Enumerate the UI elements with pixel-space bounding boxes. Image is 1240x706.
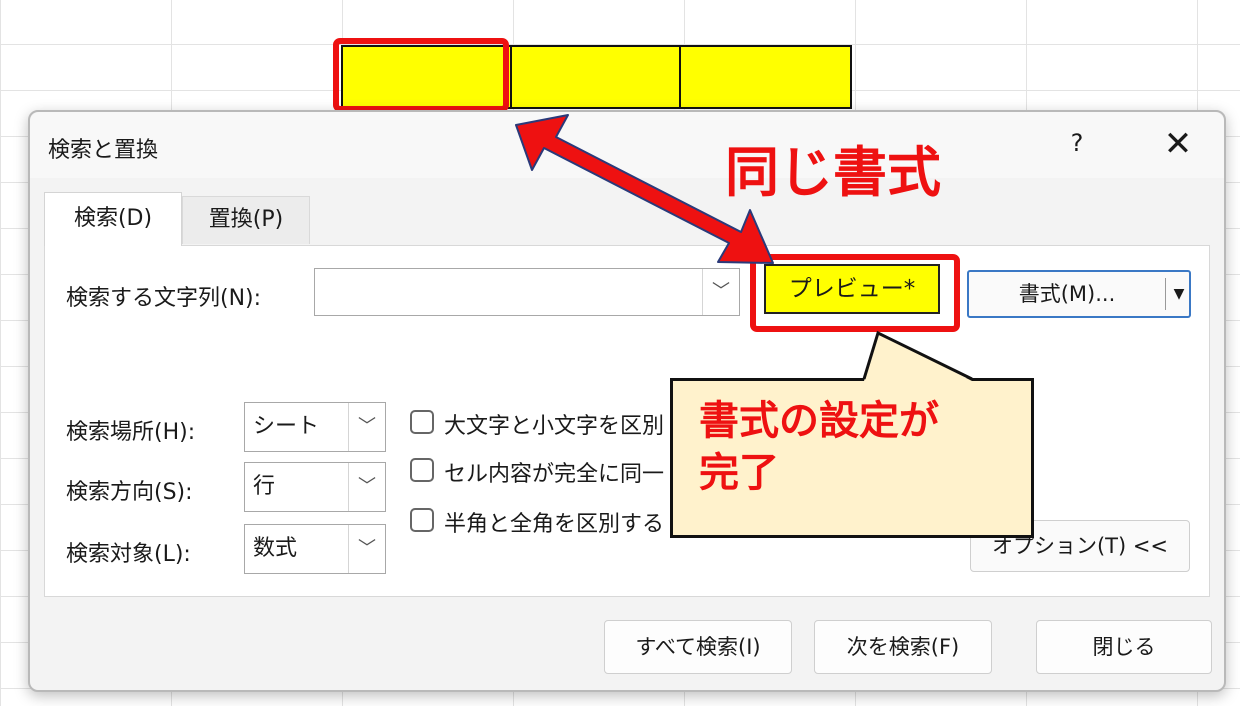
yellow-cell[interactable] (681, 47, 850, 107)
within-select[interactable]: シート ﹀ (244, 402, 386, 452)
within-label: 検索場所(H): (66, 420, 196, 445)
search-direction-select[interactable]: 行 ﹀ (244, 462, 386, 512)
chevron-down-icon[interactable]: ﹀ (348, 525, 385, 573)
cell-highlight-box (333, 38, 509, 112)
search-label: 検索する文字列(N): (66, 286, 262, 311)
same-format-annotation: 同じ書式 (725, 141, 941, 204)
find-next-button[interactable]: 次を検索(F) (814, 620, 992, 674)
within-value: シート (253, 414, 320, 439)
callout-line: 完了 (699, 450, 779, 496)
chevron-down-icon[interactable]: ﹀ (348, 463, 385, 511)
match-byte-label: 半角と全角を区別する (444, 512, 665, 537)
chevron-down-icon[interactable]: ﹀ (702, 269, 739, 315)
look-in-select[interactable]: 数式 ﹀ (244, 524, 386, 574)
match-entire-cell-checkbox[interactable] (410, 458, 434, 482)
yellow-cell[interactable] (512, 47, 681, 107)
dialog-title: 検索と置換 (48, 138, 159, 163)
dialog-titlebar: 検索と置換 ? ✕ (30, 112, 1224, 178)
callout-text: 書式の設定が 完了 (699, 395, 1019, 499)
close-icon[interactable]: ✕ (1158, 124, 1198, 164)
look-in-label: 検索対象(L): (66, 542, 191, 567)
callout-box: 書式の設定が 完了 (670, 378, 1034, 538)
match-case-label: 大文字と小文字を区別 (444, 414, 665, 439)
search-direction-label: 検索方向(S): (66, 480, 193, 505)
chevron-down-icon[interactable]: ﹀ (348, 403, 385, 451)
match-case-checkbox[interactable] (410, 410, 434, 434)
search-direction-value: 行 (253, 474, 276, 499)
close-button[interactable]: 閉じる (1036, 620, 1212, 674)
find-all-button[interactable]: すべて検索(I) (604, 620, 792, 674)
callout-line: 書式の設定が (699, 398, 939, 444)
tab-find[interactable]: 検索(D) (44, 192, 182, 246)
help-button[interactable]: ? (1060, 126, 1094, 160)
format-button-label[interactable]: 書式(M)... (969, 272, 1165, 316)
tab-replace[interactable]: 置換(P) (182, 196, 310, 244)
format-button[interactable]: 書式(M)... ▼ (967, 270, 1191, 318)
match-byte-checkbox[interactable] (410, 508, 434, 532)
search-input[interactable]: ﹀ (314, 268, 740, 316)
preview-highlight-box (750, 254, 960, 332)
match-entire-cell-label: セル内容が完全に同一 (444, 462, 665, 487)
look-in-value: 数式 (253, 536, 298, 561)
split-divider (1165, 278, 1166, 310)
dropdown-arrow-icon[interactable]: ▼ (1169, 272, 1189, 316)
find-replace-dialog: 検索と置換 ? ✕ 置換(P) 検索(D) 検索する文字列(N): ﹀ プレビュ… (28, 110, 1226, 692)
